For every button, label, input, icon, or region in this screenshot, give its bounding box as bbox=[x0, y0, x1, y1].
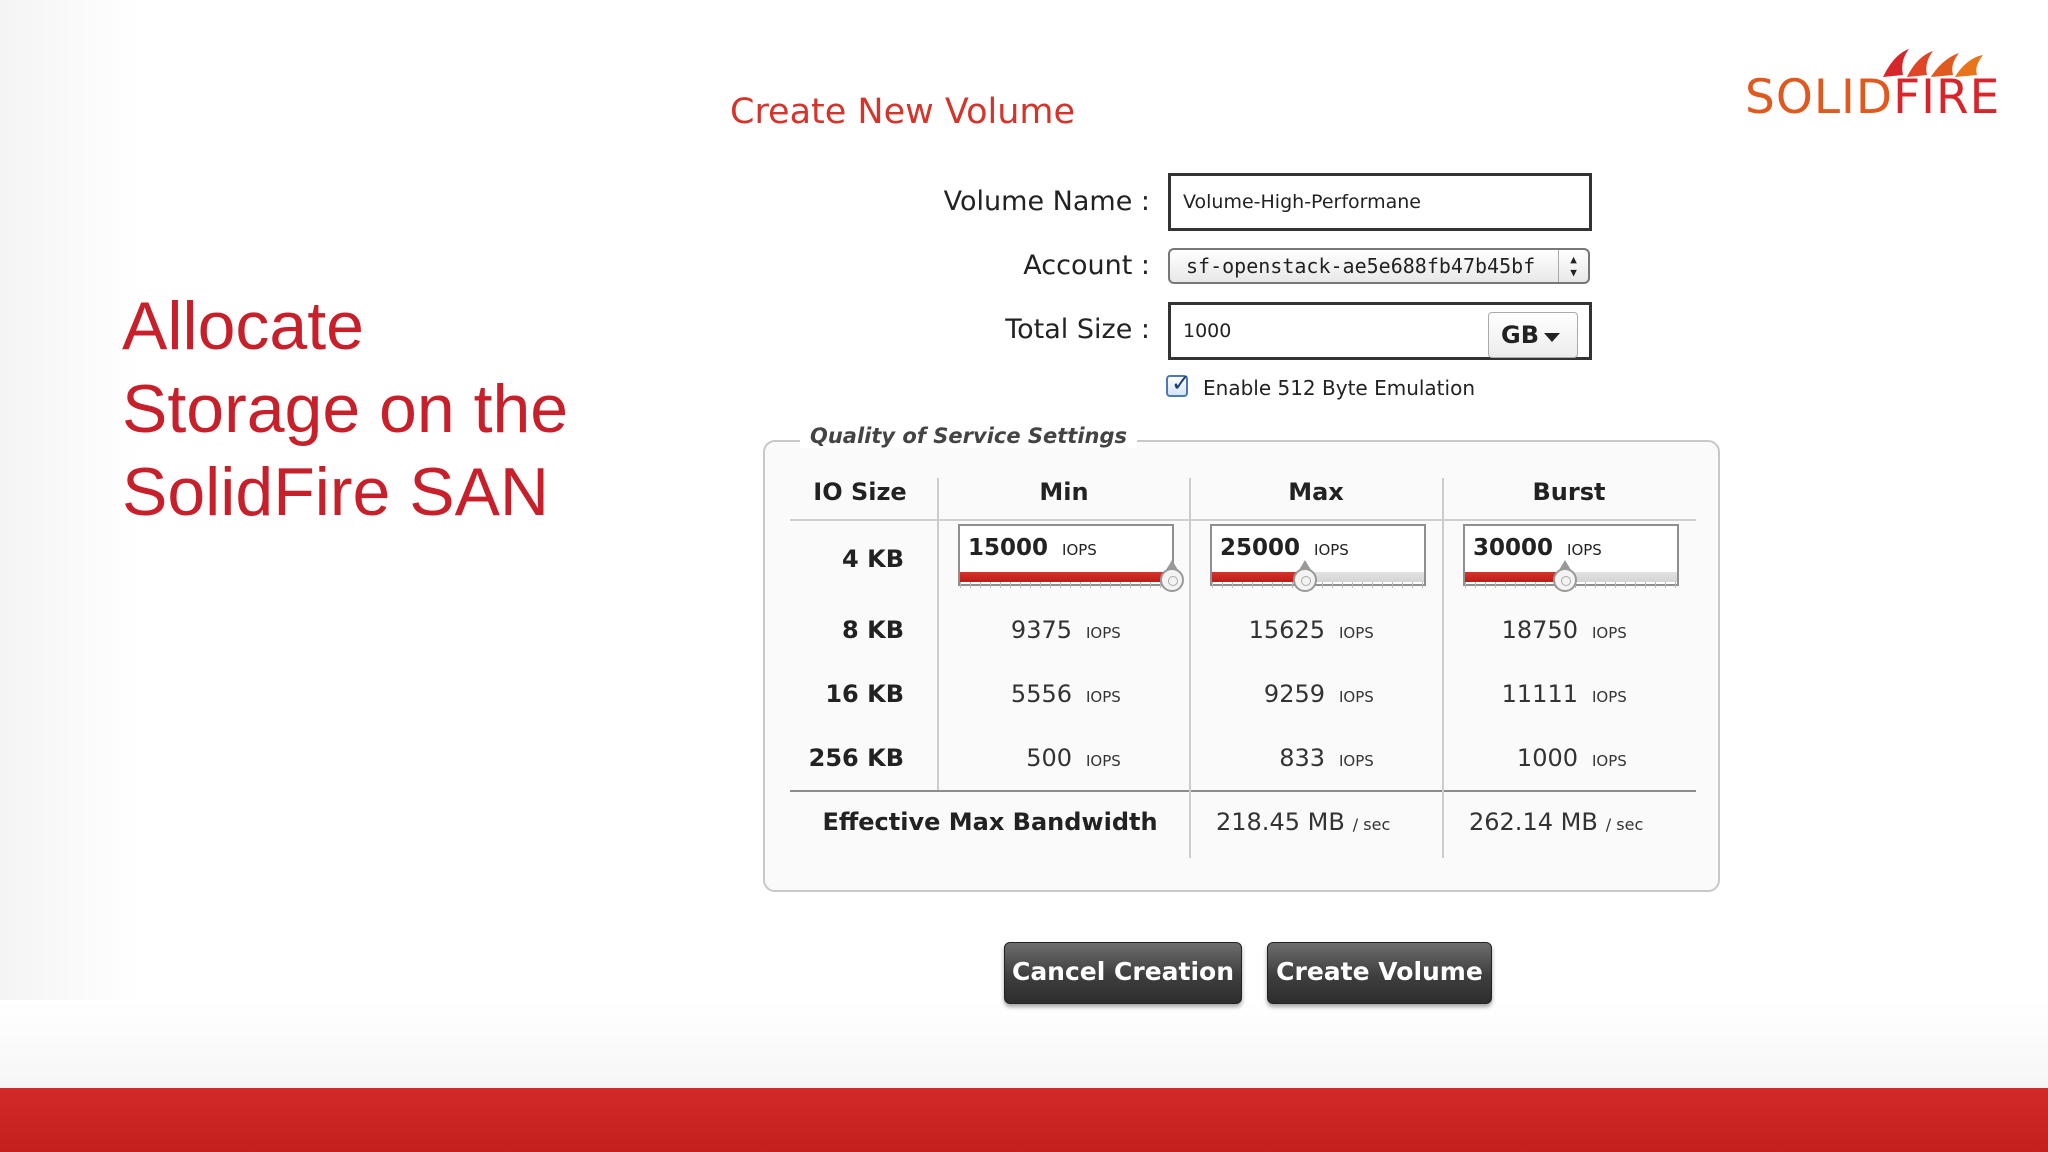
account-label: Account : bbox=[1023, 250, 1150, 281]
cell-16kb-max: 9259 IOPS bbox=[1213, 680, 1393, 708]
column-header-max: Max bbox=[1288, 478, 1344, 506]
logo-text-fire: FIRE bbox=[1893, 70, 2001, 125]
updown-arrows-icon: ▲ ▼ bbox=[1558, 250, 1588, 282]
header-divider bbox=[790, 519, 1696, 521]
account-select-value: sf-openstack-ae5e688fb47b45bf bbox=[1186, 254, 1536, 278]
iops-unit: IOPS bbox=[1339, 624, 1374, 642]
size-unit-dropdown[interactable]: GB bbox=[1488, 312, 1578, 358]
max-iops-number: 25000 bbox=[1220, 535, 1301, 561]
row-label-256kb: 256 KB bbox=[808, 744, 904, 772]
logo-wordmark: SOLIDFIRE bbox=[1745, 73, 2000, 123]
slider-fill bbox=[1212, 572, 1306, 582]
slider-fill bbox=[960, 572, 1172, 582]
slider-handle[interactable] bbox=[1552, 560, 1577, 592]
iops-unit: IOPS bbox=[1062, 541, 1097, 559]
iops-unit: IOPS bbox=[1592, 624, 1627, 642]
cell-value: 9259 bbox=[1263, 680, 1325, 708]
cell-value: 15625 bbox=[1248, 616, 1325, 644]
cell-value: 833 bbox=[1279, 744, 1325, 772]
solidfire-logo: SOLIDFIRE bbox=[1745, 45, 1999, 125]
cell-value: 9375 bbox=[1010, 616, 1072, 644]
cell-value: 500 bbox=[1026, 744, 1072, 772]
cell-16kb-burst: 11111 IOPS bbox=[1466, 680, 1646, 708]
cell-256kb-min: 500 IOPS bbox=[960, 744, 1140, 772]
create-volume-button[interactable]: Create Volume bbox=[1267, 942, 1492, 1004]
max-iops-value: 25000 IOPS bbox=[1220, 535, 1430, 561]
max-iops-slider[interactable]: 25000 IOPS bbox=[1210, 524, 1426, 592]
column-divider bbox=[1442, 478, 1444, 858]
row-label-8kb: 8 KB bbox=[842, 616, 904, 644]
iops-unit: IOPS bbox=[1567, 541, 1602, 559]
slider-ticks bbox=[960, 582, 1172, 588]
cell-16kb-min: 5556 IOPS bbox=[960, 680, 1140, 708]
bandwidth-unit: / sec bbox=[1605, 815, 1644, 834]
cell-8kb-max: 15625 IOPS bbox=[1213, 616, 1393, 644]
cell-value: 5556 bbox=[1010, 680, 1072, 708]
background-fade bbox=[0, 0, 140, 1090]
slide-title-line-1: Allocate bbox=[122, 288, 364, 364]
caret-down-icon bbox=[1544, 333, 1560, 342]
burst-iops-value: 30000 IOPS bbox=[1473, 535, 1683, 561]
bandwidth-divider bbox=[790, 790, 1696, 792]
row-label-4kb: 4 KB bbox=[842, 545, 904, 573]
slider-ticks bbox=[1212, 582, 1424, 588]
cell-value: 11111 bbox=[1501, 680, 1578, 708]
iops-unit: IOPS bbox=[1086, 688, 1121, 706]
iops-unit: IOPS bbox=[1339, 688, 1374, 706]
volume-name-input[interactable] bbox=[1168, 173, 1592, 231]
slider-fill bbox=[1465, 572, 1565, 582]
burst-iops-number: 30000 bbox=[1473, 535, 1554, 561]
logo-text-solid: SOLID bbox=[1745, 70, 1894, 125]
bandwidth-burst-value: 262.14 MB / sec bbox=[1469, 808, 1643, 836]
slide-title-line-2: Storage on the bbox=[122, 371, 569, 447]
iops-unit: IOPS bbox=[1339, 752, 1374, 770]
cancel-creation-button[interactable]: Cancel Creation bbox=[1004, 942, 1242, 1004]
footer-bar bbox=[0, 1088, 2048, 1152]
total-size-label: Total Size : bbox=[1005, 314, 1150, 345]
emulation-label: Enable 512 Byte Emulation bbox=[1203, 376, 1475, 400]
column-divider bbox=[1189, 478, 1191, 858]
cell-value: 1000 bbox=[1516, 744, 1578, 772]
cell-value: 18750 bbox=[1501, 616, 1578, 644]
iops-unit: IOPS bbox=[1086, 624, 1121, 642]
iops-unit: IOPS bbox=[1314, 541, 1349, 559]
column-header-min: Min bbox=[1039, 478, 1089, 506]
size-unit-value: GB bbox=[1501, 321, 1539, 349]
slide-title: Allocate Storage on the SolidFire SAN bbox=[122, 285, 682, 534]
burst-iops-slider[interactable]: 30000 IOPS bbox=[1463, 524, 1679, 592]
slider-handle[interactable] bbox=[1160, 560, 1184, 592]
min-iops-value: 15000 IOPS bbox=[968, 535, 1178, 561]
qos-legend: Quality of Service Settings bbox=[800, 424, 1138, 448]
iops-unit: IOPS bbox=[1086, 752, 1121, 770]
cell-8kb-burst: 18750 IOPS bbox=[1466, 616, 1646, 644]
background-bottom-fade bbox=[0, 1000, 2048, 1090]
bandwidth-label: Effective Max Bandwidth bbox=[822, 808, 1158, 836]
column-header-burst: Burst bbox=[1532, 478, 1606, 506]
bandwidth-burst-number: 262.14 MB bbox=[1469, 808, 1598, 836]
bandwidth-max-value: 218.45 MB / sec bbox=[1216, 808, 1390, 836]
slide-title-line-3: SolidFire SAN bbox=[122, 454, 550, 530]
iops-unit: IOPS bbox=[1592, 752, 1627, 770]
cell-256kb-max: 833 IOPS bbox=[1213, 744, 1393, 772]
bandwidth-max-number: 218.45 MB bbox=[1216, 808, 1345, 836]
volume-name-label: Volume Name : bbox=[943, 186, 1150, 217]
emulation-checkbox[interactable]: ✓ bbox=[1166, 369, 1191, 397]
iops-unit: IOPS bbox=[1592, 688, 1627, 706]
min-iops-number: 15000 bbox=[968, 535, 1049, 561]
checkmark-icon: ✓ bbox=[1171, 369, 1192, 397]
cell-8kb-min: 9375 IOPS bbox=[960, 616, 1140, 644]
min-iops-slider[interactable]: 15000 IOPS bbox=[958, 524, 1184, 592]
column-divider bbox=[937, 478, 939, 790]
account-select[interactable]: sf-openstack-ae5e688fb47b45bf ▲ ▼ bbox=[1168, 248, 1590, 284]
bandwidth-unit: / sec bbox=[1352, 815, 1391, 834]
row-label-16kb: 16 KB bbox=[825, 680, 904, 708]
cell-256kb-burst: 1000 IOPS bbox=[1466, 744, 1646, 772]
form-title: Create New Volume bbox=[730, 92, 1076, 132]
